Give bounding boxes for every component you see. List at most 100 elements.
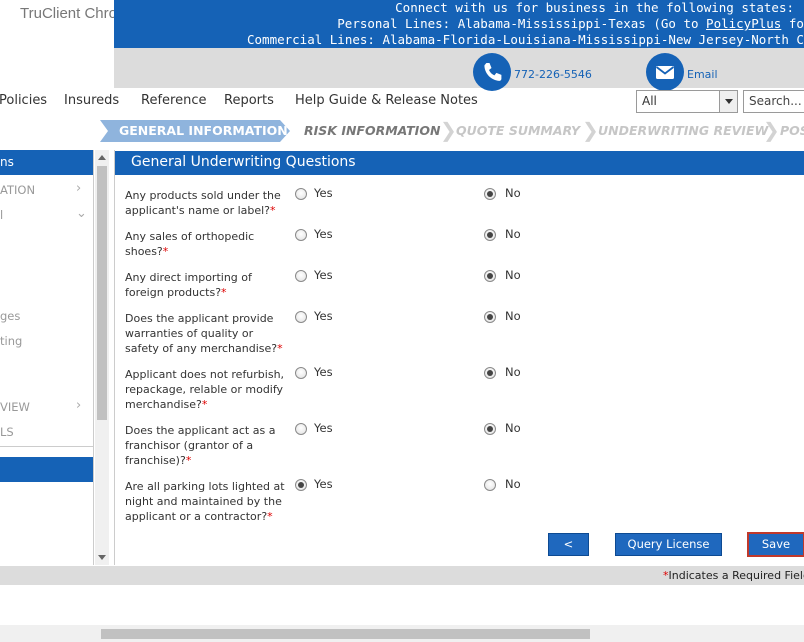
question-text: Applicant does not refurbish, repackage,…: [125, 367, 285, 412]
required-marker: *: [267, 510, 273, 523]
radio-yes-label: Yes: [314, 365, 333, 379]
radio-no[interactable]: [484, 311, 496, 323]
search-input[interactable]: Search...: [743, 90, 804, 113]
radio-no[interactable]: [484, 423, 496, 435]
radio-no[interactable]: [484, 479, 496, 491]
question-label: Any products sold under the applicant's …: [125, 189, 281, 217]
sidebar-item[interactable]: LS: [0, 425, 14, 439]
nav-reports[interactable]: Reports: [224, 93, 274, 108]
radio-no[interactable]: [484, 229, 496, 241]
chevron-right-icon: ›: [76, 398, 82, 413]
radio-yes-label: Yes: [314, 268, 333, 282]
sidebar-item-label: ATION: [0, 183, 36, 197]
radio-no-label: No: [505, 477, 521, 491]
nav-policies[interactable]: Policies: [0, 93, 47, 108]
step-separator-icon: ❯: [582, 118, 599, 142]
phone-number[interactable]: 772-226-5546: [514, 68, 592, 81]
question-text: Are all parking lots lighted at night an…: [125, 479, 285, 524]
sidebar-item-label: VIEW: [0, 400, 30, 414]
radio-yes-label: Yes: [314, 186, 333, 200]
scroll-down-icon[interactable]: [98, 555, 106, 560]
underwriting-panel: General Underwriting Questions Any produ…: [114, 150, 804, 565]
panel-title: General Underwriting Questions: [115, 150, 804, 175]
radio-yes-label: Yes: [314, 477, 333, 491]
phone-icon[interactable]: [473, 53, 511, 91]
sidebar-header: ns: [0, 150, 93, 175]
step-separator-icon: ❯: [440, 118, 457, 142]
required-marker: *: [201, 398, 208, 411]
sidebar-item[interactable]: ges: [0, 309, 20, 323]
search-filter-select[interactable]: All: [636, 90, 738, 113]
radio-no[interactable]: [484, 367, 496, 379]
question-text: Any direct importing of foreign products…: [125, 270, 285, 300]
policyplus-link[interactable]: PolicyPlus: [706, 16, 781, 31]
radio-no-label: No: [505, 365, 521, 379]
save-button[interactable]: Save: [747, 532, 804, 557]
required-marker: *: [221, 286, 227, 299]
radio-no[interactable]: [484, 188, 496, 200]
step-quote-summary[interactable]: QUOTE SUMMARY: [456, 120, 580, 142]
scrollbar-thumb[interactable]: [101, 629, 590, 639]
sidebar-item[interactable]: ATION ›: [0, 181, 81, 197]
personal-lines-text: Personal Lines: Alabama-Mississippi-Texa…: [337, 16, 707, 31]
radio-yes[interactable]: [295, 229, 307, 241]
sidebar-item-label: LS: [0, 425, 14, 439]
question-text: Does the applicant act as a franchisor (…: [125, 423, 285, 468]
radio-no-label: No: [505, 186, 521, 200]
question-label: Are all parking lots lighted at night an…: [125, 480, 285, 523]
radio-no-label: No: [505, 227, 521, 241]
radio-yes[interactable]: [295, 188, 307, 200]
personal-lines-suffix: for ot: [788, 16, 804, 31]
sidebar-item-label: ges: [0, 309, 21, 323]
radio-yes[interactable]: [295, 479, 307, 491]
horizontal-scrollbar[interactable]: [0, 625, 804, 642]
required-marker: *: [185, 454, 192, 467]
wizard-steps: GENERAL INFORMATION RISK INFORMATION ❯ Q…: [100, 120, 804, 142]
step-pos[interactable]: POS: [780, 120, 804, 142]
back-button[interactable]: <: [548, 533, 589, 556]
radio-no-label: No: [505, 268, 521, 282]
banner-line-3: Commercial Lines: Alabama-Florida-Louisi…: [247, 32, 804, 47]
step-risk-information[interactable]: RISK INFORMATION: [304, 120, 440, 142]
radio-yes-label: Yes: [314, 421, 333, 435]
required-marker: *: [277, 342, 283, 355]
scroll-up-icon[interactable]: [98, 155, 106, 160]
banner-line-2: Personal Lines: Alabama-Mississippi-Texa…: [114, 16, 804, 32]
sidebar-header-2: [0, 457, 93, 482]
nav-insureds[interactable]: Insureds: [64, 93, 119, 108]
query-license-button[interactable]: Query License: [615, 533, 722, 556]
email-icon[interactable]: [646, 53, 684, 91]
sidebar: ns ATION › l ⌄ ges ting VIEW › LS: [0, 150, 94, 565]
nav-help-guide[interactable]: Help Guide & Release Notes: [295, 93, 478, 108]
question-text: Any products sold under the applicant's …: [125, 188, 285, 218]
email-link[interactable]: Email: [687, 68, 718, 81]
question-label: Does the applicant provide warranties of…: [125, 312, 278, 355]
chevron-down-icon[interactable]: [719, 91, 737, 112]
step-underwriting-review[interactable]: UNDERWRITING REVIEW: [598, 120, 768, 142]
sidebar-item-label: l: [0, 208, 4, 222]
contact-bar: 772-226-5546 Email: [114, 48, 804, 91]
sidebar-item-label: ting: [0, 334, 23, 348]
nav-reference[interactable]: Reference: [141, 93, 206, 108]
sidebar-item[interactable]: l ⌄: [0, 206, 87, 222]
question-text: Any sales of orthopedic shoes?*: [125, 229, 285, 259]
step-separator-icon: ❯: [763, 118, 780, 142]
step-general-information[interactable]: GENERAL INFORMATION: [100, 120, 290, 142]
question-text: Does the applicant provide warranties of…: [125, 311, 285, 356]
sidebar-item[interactable]: ting: [0, 334, 22, 348]
sidebar-item[interactable]: VIEW ›: [0, 398, 81, 414]
radio-yes[interactable]: [295, 270, 307, 282]
radio-yes[interactable]: [295, 311, 307, 323]
radio-yes[interactable]: [295, 367, 307, 379]
question-label: Does the applicant act as a franchisor (…: [125, 424, 276, 467]
scrollbar-thumb[interactable]: [97, 166, 107, 420]
required-note: *Indicates a Required Field: [663, 569, 804, 582]
radio-no-label: No: [505, 421, 521, 435]
search-filter-value: All: [642, 94, 657, 108]
banner-line-1: Connect with us for business in the foll…: [395, 0, 794, 15]
radio-no[interactable]: [484, 270, 496, 282]
radio-yes[interactable]: [295, 423, 307, 435]
chevron-down-icon: ⌄: [76, 206, 87, 221]
chevron-right-icon: ›: [76, 181, 82, 196]
sidebar-scrollbar[interactable]: [95, 150, 109, 565]
